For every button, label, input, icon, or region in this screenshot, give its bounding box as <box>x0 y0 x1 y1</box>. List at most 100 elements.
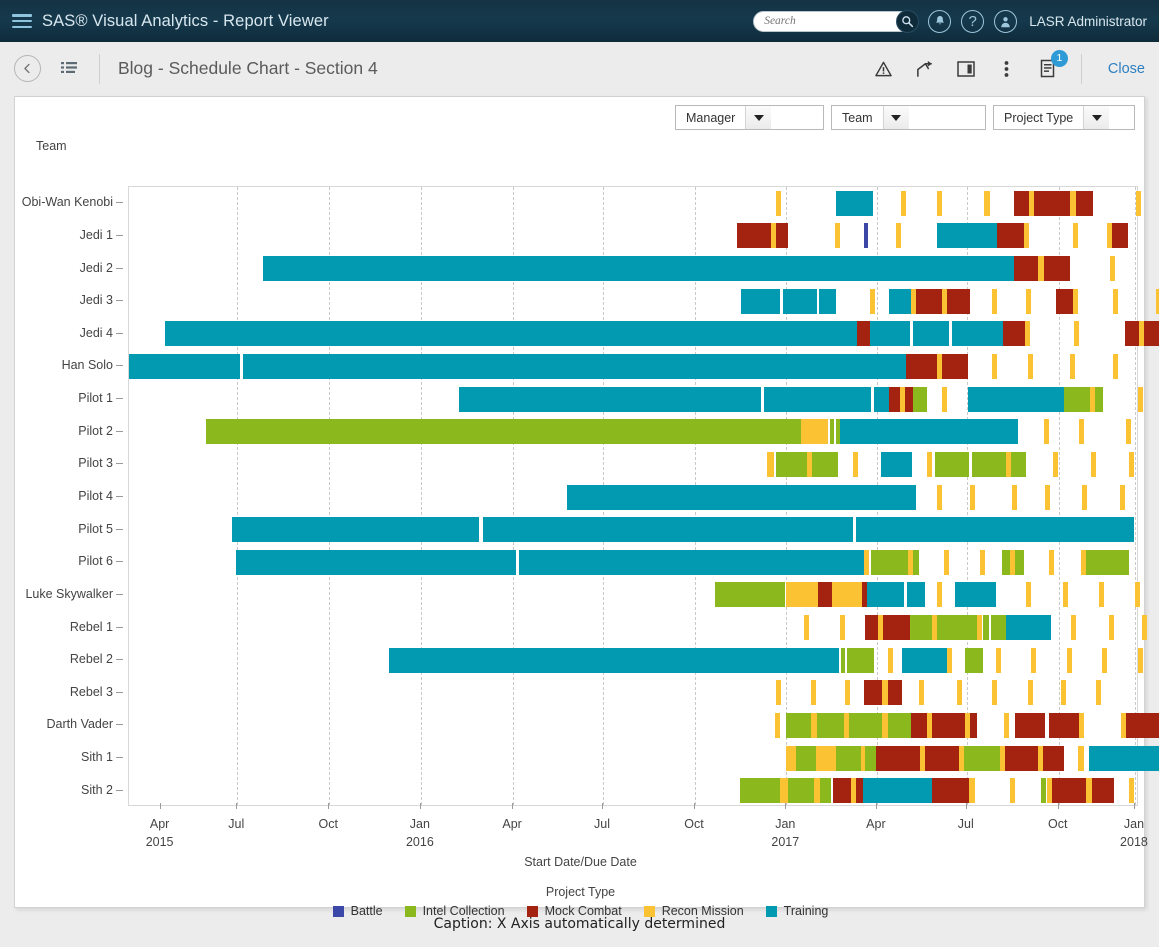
bar-segment[interactable] <box>937 484 943 510</box>
bar-segment[interactable] <box>870 321 910 347</box>
bar-segment[interactable] <box>1014 549 1024 575</box>
bar-segment[interactable] <box>1045 484 1051 510</box>
warning-triangle-icon[interactable] <box>874 58 894 80</box>
search-icon[interactable] <box>896 9 920 33</box>
bar-segment[interactable] <box>205 419 801 445</box>
bar-segment[interactable] <box>459 386 762 412</box>
bar-segment[interactable] <box>1027 680 1033 706</box>
bar-segment[interactable] <box>775 712 781 738</box>
bell-icon[interactable] <box>928 9 952 33</box>
bar-segment[interactable] <box>864 549 870 575</box>
bar-segment[interactable] <box>776 680 782 706</box>
bar-segment[interactable] <box>1073 288 1079 314</box>
bar-segment[interactable] <box>934 451 970 477</box>
bar-segment[interactable] <box>942 386 948 412</box>
bar-segment[interactable] <box>947 288 971 314</box>
bar-segment[interactable] <box>817 582 832 608</box>
report-list-icon[interactable] <box>61 61 81 77</box>
bar-segment[interactable] <box>767 451 775 477</box>
bar-segment[interactable] <box>1119 484 1125 510</box>
bar-segment[interactable] <box>937 190 943 216</box>
bar-segment[interactable] <box>904 386 913 412</box>
bar-segment[interactable] <box>165 321 858 347</box>
bar-segment[interactable] <box>970 484 976 510</box>
bar-segment[interactable] <box>1071 615 1077 641</box>
bar-segment[interactable] <box>243 353 906 379</box>
bar-segment[interactable] <box>883 615 910 641</box>
bar-segment[interactable] <box>836 190 874 216</box>
bar-segment[interactable] <box>1074 321 1080 347</box>
bar-segment[interactable] <box>1052 778 1087 804</box>
bar-segment[interactable] <box>931 778 970 804</box>
bar-segment[interactable] <box>1111 223 1128 249</box>
bar-segment[interactable] <box>819 778 831 804</box>
bar-segment[interactable] <box>942 353 969 379</box>
bar-segment[interactable] <box>990 615 1006 641</box>
bar-segment[interactable] <box>1049 712 1080 738</box>
bar-segment[interactable] <box>1003 712 1009 738</box>
bar-segment[interactable] <box>1090 451 1096 477</box>
bar-segment[interactable] <box>263 256 906 282</box>
bar-segment[interactable] <box>1101 647 1107 673</box>
bar-segment[interactable] <box>737 223 772 249</box>
bar-segment[interactable] <box>1082 484 1088 510</box>
bar-segment[interactable] <box>232 517 480 543</box>
bar-segment[interactable] <box>964 745 1000 771</box>
bar-segment[interactable] <box>888 288 911 314</box>
bar-segment[interactable] <box>714 582 786 608</box>
bar-segment[interactable] <box>995 647 1001 673</box>
bar-segment[interactable] <box>1095 680 1101 706</box>
bar-segment[interactable] <box>741 288 781 314</box>
bar-segment[interactable] <box>1098 582 1104 608</box>
bar-segment[interactable] <box>955 582 996 608</box>
bar-segment[interactable] <box>888 386 900 412</box>
bar-segment[interactable] <box>776 451 807 477</box>
bar-segment[interactable] <box>865 745 877 771</box>
bar-segment[interactable] <box>795 745 816 771</box>
bar-segment[interactable] <box>901 647 948 673</box>
bar-segment[interactable] <box>968 386 1065 412</box>
bar-segment[interactable] <box>785 582 818 608</box>
bar-segment[interactable] <box>924 745 960 771</box>
bar-segment[interactable] <box>864 680 883 706</box>
bar-segment[interactable] <box>834 223 841 249</box>
data-brushing-icon[interactable] <box>915 58 935 80</box>
bar-segment[interactable] <box>1002 321 1025 347</box>
bar-segment[interactable] <box>1001 549 1010 575</box>
bar-segment[interactable] <box>1043 745 1065 771</box>
bar-segment[interactable] <box>831 582 863 608</box>
bar-segment[interactable] <box>972 451 1006 477</box>
bar-segment[interactable] <box>1056 288 1074 314</box>
bar-segment[interactable] <box>912 549 919 575</box>
bar-segment[interactable] <box>840 615 846 641</box>
bar-segment[interactable] <box>874 386 889 412</box>
bar-segment[interactable] <box>1078 745 1085 771</box>
bar-segment[interactable] <box>776 190 782 216</box>
bar-segment[interactable] <box>887 680 902 706</box>
bar-segment[interactable] <box>776 223 788 249</box>
hamburger-icon[interactable] <box>12 14 32 28</box>
bar-segment[interactable] <box>829 419 834 445</box>
more-options-icon[interactable] <box>997 58 1017 80</box>
bar-segment[interactable] <box>1088 745 1159 771</box>
bar-segment[interactable] <box>1128 778 1134 804</box>
bar-segment[interactable] <box>957 680 963 706</box>
bar-segment[interactable] <box>1013 190 1029 216</box>
bar-segment[interactable] <box>965 647 984 673</box>
user-avatar-icon[interactable] <box>994 9 1018 33</box>
bar-segment[interactable] <box>977 615 983 641</box>
bar-segment[interactable] <box>1063 582 1069 608</box>
bar-segment[interactable] <box>1010 451 1026 477</box>
bar-segment[interactable] <box>1070 353 1076 379</box>
bar-segment[interactable] <box>947 647 953 673</box>
bar-segment[interactable] <box>1134 582 1140 608</box>
bar-segment[interactable] <box>1125 419 1131 445</box>
bar-segment[interactable] <box>980 549 986 575</box>
bar-segment[interactable] <box>1076 190 1093 216</box>
bar-segment[interactable] <box>906 582 925 608</box>
bar-segment[interactable] <box>912 321 950 347</box>
bar-segment[interactable] <box>870 288 876 314</box>
bar-segment[interactable] <box>1049 549 1055 575</box>
bar-segment[interactable] <box>876 745 920 771</box>
bar-segment[interactable] <box>845 680 851 706</box>
